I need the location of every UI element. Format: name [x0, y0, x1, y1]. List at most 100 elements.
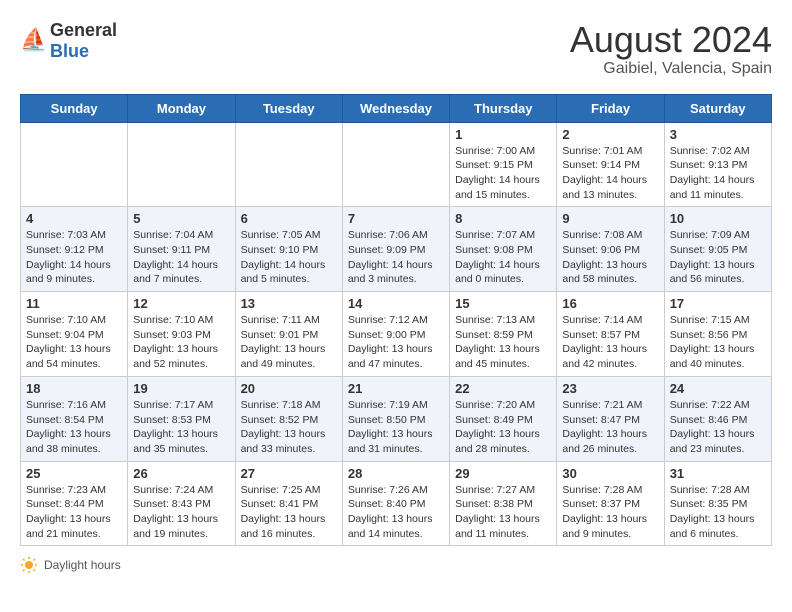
day-of-week-header: Friday: [557, 94, 664, 122]
day-info: Sunrise: 7:08 AM Sunset: 9:06 PM Dayligh…: [562, 228, 658, 287]
day-info: Sunrise: 7:24 AM Sunset: 8:43 PM Dayligh…: [133, 483, 229, 542]
calendar-cell: 14Sunrise: 7:12 AM Sunset: 9:00 PM Dayli…: [342, 292, 449, 377]
calendar-cell: 30Sunrise: 7:28 AM Sunset: 8:37 PM Dayli…: [557, 461, 664, 546]
logo: ⛵ General Blue: [20, 20, 117, 62]
day-info: Sunrise: 7:13 AM Sunset: 8:59 PM Dayligh…: [455, 313, 551, 372]
day-info: Sunrise: 7:06 AM Sunset: 9:09 PM Dayligh…: [348, 228, 444, 287]
calendar-cell: 31Sunrise: 7:28 AM Sunset: 8:35 PM Dayli…: [664, 461, 771, 546]
day-number: 23: [562, 381, 658, 396]
calendar-cell: [342, 122, 449, 207]
day-info: Sunrise: 7:04 AM Sunset: 9:11 PM Dayligh…: [133, 228, 229, 287]
day-number: 19: [133, 381, 229, 396]
calendar-week-row: 1 Sunrise: 7:00 AM Sunset: 9:15 PM Daylig…: [21, 122, 772, 207]
calendar-cell: 29 Sunrise: 7:27 AM Sunset: 8:38 PM Dayli…: [450, 461, 557, 546]
day-number: 9: [562, 211, 658, 226]
day-info: Sunrise: 7:07 AM Sunset: 9:08 PM Dayligh…: [455, 228, 551, 287]
day-number: 12: [133, 296, 229, 311]
calendar-table: SundayMondayTuesdayWednesdayThursdayFrid…: [20, 94, 772, 547]
day-info: Sunrise: 7:17 AM Sunset: 8:53 PM Dayligh…: [133, 398, 229, 457]
calendar-cell: 5 Sunrise: 7:04 AM Sunset: 9:11 PM Daylig…: [128, 207, 235, 292]
logo-blue-text: Blue: [50, 41, 89, 61]
footer: Daylight hours: [20, 556, 772, 574]
page-header: ⛵ General Blue August 2024 Gaibiel, Vale…: [20, 20, 772, 78]
title-block: August 2024 Gaibiel, Valencia, Spain: [570, 20, 772, 78]
calendar-cell: 12 Sunrise: 7:10 AM Sunset: 9:03 PM Dayli…: [128, 292, 235, 377]
day-number: 26: [133, 466, 229, 481]
calendar-body: 1 Sunrise: 7:00 AM Sunset: 9:15 PM Daylig…: [21, 122, 772, 546]
day-info: Sunrise: 7:09 AM Sunset: 9:05 PM Dayligh…: [670, 228, 766, 287]
day-number: 14: [348, 296, 444, 311]
calendar-cell: 15Sunrise: 7:13 AM Sunset: 8:59 PM Dayli…: [450, 292, 557, 377]
day-info: Sunrise: 7:16 AM Sunset: 8:54 PM Dayligh…: [26, 398, 122, 457]
day-info: Sunrise: 7:01 AM Sunset: 9:14 PM Dayligh…: [562, 144, 658, 203]
day-number: 21: [348, 381, 444, 396]
sun-icon: [20, 556, 38, 574]
day-info: Sunrise: 7:05 AM Sunset: 9:10 PM Dayligh…: [241, 228, 337, 287]
day-info: Sunrise: 7:11 AM Sunset: 9:01 PM Dayligh…: [241, 313, 337, 372]
day-number: 25: [26, 466, 122, 481]
calendar-week-row: 4Sunrise: 7:03 AM Sunset: 9:12 PM Daylig…: [21, 207, 772, 292]
calendar-cell: 13 Sunrise: 7:11 AM Sunset: 9:01 PM Dayli…: [235, 292, 342, 377]
calendar-cell: 20 Sunrise: 7:18 AM Sunset: 8:52 PM Dayli…: [235, 376, 342, 461]
day-of-week-header: Wednesday: [342, 94, 449, 122]
calendar-cell: 27 Sunrise: 7:25 AM Sunset: 8:41 PM Dayli…: [235, 461, 342, 546]
month-title: August 2024: [570, 20, 772, 60]
calendar-week-row: 18 Sunrise: 7:16 AM Sunset: 8:54 PM Dayli…: [21, 376, 772, 461]
calendar-cell: 10 Sunrise: 7:09 AM Sunset: 9:05 PM Dayli…: [664, 207, 771, 292]
calendar-cell: 16 Sunrise: 7:14 AM Sunset: 8:57 PM Dayli…: [557, 292, 664, 377]
day-info: Sunrise: 7:02 AM Sunset: 9:13 PM Dayligh…: [670, 144, 766, 203]
day-number: 17: [670, 296, 766, 311]
day-of-week-header: Saturday: [664, 94, 771, 122]
calendar-cell: 17Sunrise: 7:15 AM Sunset: 8:56 PM Dayli…: [664, 292, 771, 377]
calendar-cell: [235, 122, 342, 207]
day-number: 4: [26, 211, 122, 226]
calendar-cell: 26 Sunrise: 7:24 AM Sunset: 8:43 PM Dayli…: [128, 461, 235, 546]
day-info: Sunrise: 7:28 AM Sunset: 8:35 PM Dayligh…: [670, 483, 766, 542]
day-number: 13: [241, 296, 337, 311]
day-info: Sunrise: 7:18 AM Sunset: 8:52 PM Dayligh…: [241, 398, 337, 457]
calendar-cell: 4Sunrise: 7:03 AM Sunset: 9:12 PM Daylig…: [21, 207, 128, 292]
day-number: 22: [455, 381, 551, 396]
calendar-cell: 3 Sunrise: 7:02 AM Sunset: 9:13 PM Daylig…: [664, 122, 771, 207]
day-number: 18: [26, 381, 122, 396]
day-info: Sunrise: 7:21 AM Sunset: 8:47 PM Dayligh…: [562, 398, 658, 457]
calendar-cell: 19 Sunrise: 7:17 AM Sunset: 8:53 PM Dayli…: [128, 376, 235, 461]
day-number: 8: [455, 211, 551, 226]
calendar-cell: 9 Sunrise: 7:08 AM Sunset: 9:06 PM Daylig…: [557, 207, 664, 292]
calendar-cell: 28 Sunrise: 7:26 AM Sunset: 8:40 PM Dayli…: [342, 461, 449, 546]
day-of-week-header: Tuesday: [235, 94, 342, 122]
day-number: 20: [241, 381, 337, 396]
day-info: Sunrise: 7:10 AM Sunset: 9:03 PM Dayligh…: [133, 313, 229, 372]
day-number: 11: [26, 296, 122, 311]
day-number: 10: [670, 211, 766, 226]
calendar-week-row: 11 Sunrise: 7:10 AM Sunset: 9:04 PM Dayli…: [21, 292, 772, 377]
calendar-cell: 8 Sunrise: 7:07 AM Sunset: 9:08 PM Daylig…: [450, 207, 557, 292]
calendar-cell: 11 Sunrise: 7:10 AM Sunset: 9:04 PM Dayli…: [21, 292, 128, 377]
calendar-cell: 21Sunrise: 7:19 AM Sunset: 8:50 PM Dayli…: [342, 376, 449, 461]
day-info: Sunrise: 7:10 AM Sunset: 9:04 PM Dayligh…: [26, 313, 122, 372]
day-number: 16: [562, 296, 658, 311]
day-number: 5: [133, 211, 229, 226]
day-info: Sunrise: 7:28 AM Sunset: 8:37 PM Dayligh…: [562, 483, 658, 542]
day-info: Sunrise: 7:27 AM Sunset: 8:38 PM Dayligh…: [455, 483, 551, 542]
day-of-week-header: Sunday: [21, 94, 128, 122]
day-number: 1: [455, 127, 551, 142]
day-number: 28: [348, 466, 444, 481]
day-info: Sunrise: 7:14 AM Sunset: 8:57 PM Dayligh…: [562, 313, 658, 372]
day-number: 29: [455, 466, 551, 481]
calendar-cell: 22 Sunrise: 7:20 AM Sunset: 8:49 PM Dayli…: [450, 376, 557, 461]
day-number: 7: [348, 211, 444, 226]
day-info: Sunrise: 7:20 AM Sunset: 8:49 PM Dayligh…: [455, 398, 551, 457]
calendar-cell: 25Sunrise: 7:23 AM Sunset: 8:44 PM Dayli…: [21, 461, 128, 546]
calendar-week-row: 25Sunrise: 7:23 AM Sunset: 8:44 PM Dayli…: [21, 461, 772, 546]
calendar-cell: [21, 122, 128, 207]
day-number: 3: [670, 127, 766, 142]
day-info: Sunrise: 7:25 AM Sunset: 8:41 PM Dayligh…: [241, 483, 337, 542]
day-info: Sunrise: 7:26 AM Sunset: 8:40 PM Dayligh…: [348, 483, 444, 542]
day-info: Sunrise: 7:00 AM Sunset: 9:15 PM Dayligh…: [455, 144, 551, 203]
calendar-cell: 6Sunrise: 7:05 AM Sunset: 9:10 PM Daylig…: [235, 207, 342, 292]
logo-icon: ⛵: [20, 27, 48, 55]
day-number: 27: [241, 466, 337, 481]
calendar-cell: 7 Sunrise: 7:06 AM Sunset: 9:09 PM Daylig…: [342, 207, 449, 292]
calendar-cell: 2Sunrise: 7:01 AM Sunset: 9:14 PM Daylig…: [557, 122, 664, 207]
